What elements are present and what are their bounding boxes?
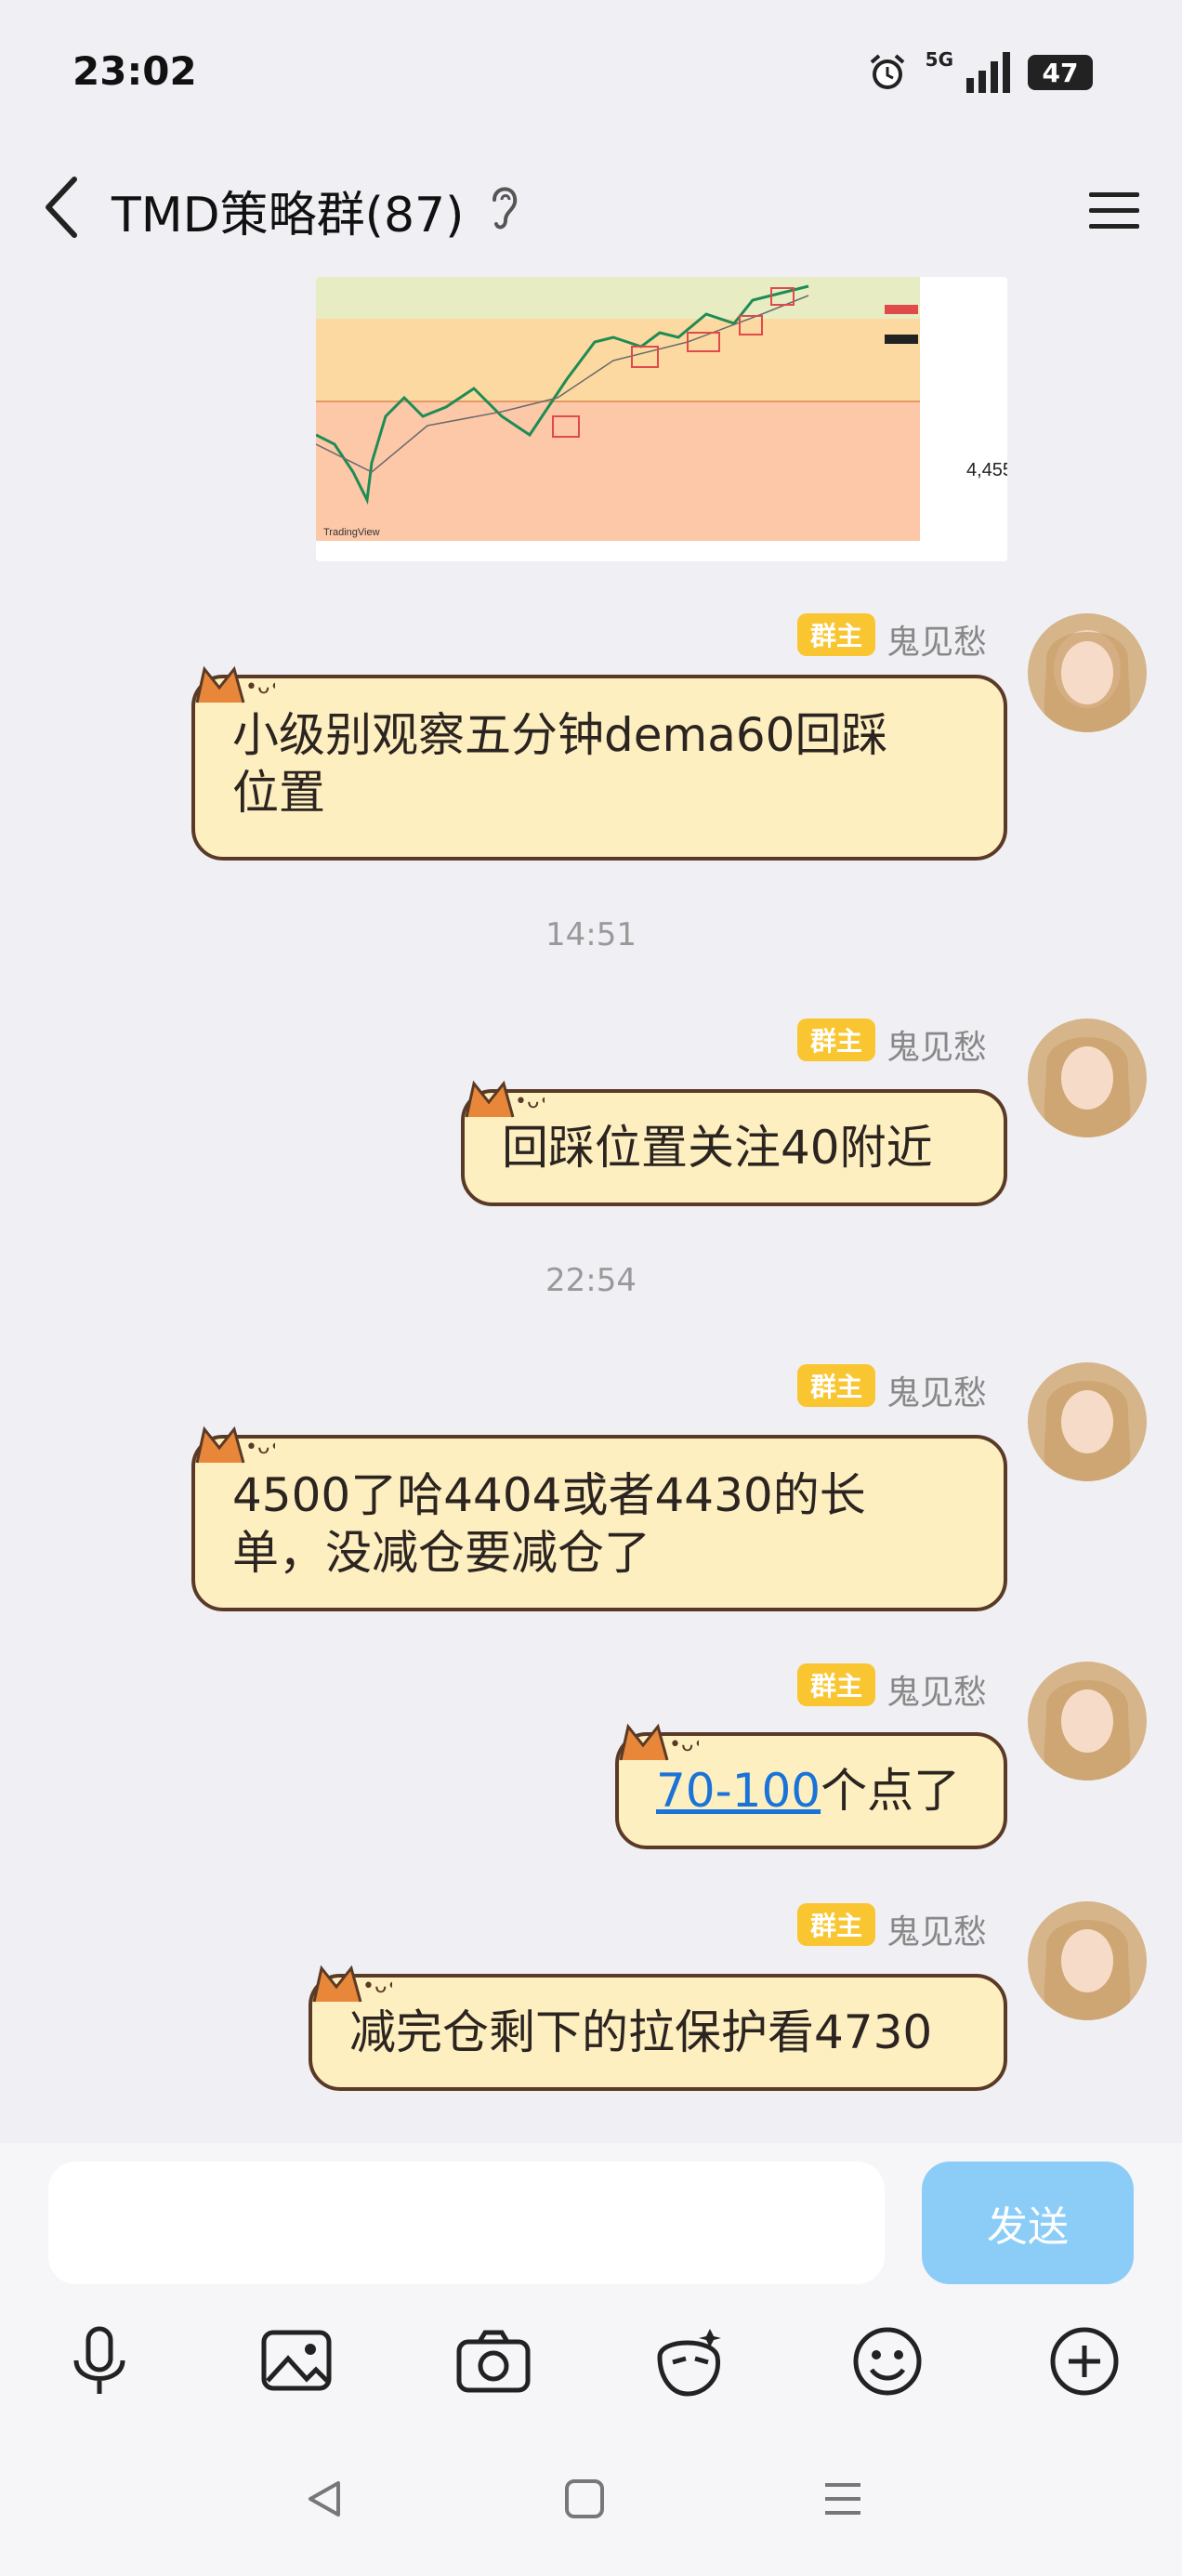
timestamp: 14:51 xyxy=(545,916,637,953)
sender-name[interactable]: 鬼见愁 xyxy=(886,615,987,664)
svg-text:•ᴗ•: •ᴗ• xyxy=(362,1975,392,1998)
sender-name[interactable]: 鬼见愁 xyxy=(886,1905,987,1953)
battery-icon: 47 xyxy=(1028,55,1093,90)
cat-ear-icon: •ᴗ• xyxy=(195,1426,275,1464)
nav-back-icon[interactable] xyxy=(303,2477,346,2520)
message-input[interactable] xyxy=(48,2162,885,2284)
signal-icon xyxy=(966,52,1010,93)
status-icons: 5G 47 xyxy=(866,48,1093,94)
message-line: 位置 xyxy=(232,766,325,820)
ear-icon[interactable] xyxy=(485,179,522,235)
chart-thumb-price: 4,455. xyxy=(966,460,1007,480)
nav-home-icon[interactable] xyxy=(563,2477,606,2520)
svg-text:•ᴗ•: •ᴗ• xyxy=(515,1090,545,1113)
network-label: 5G xyxy=(925,48,953,71)
message-line: 回踩位置关注40附近 xyxy=(502,1121,933,1175)
menu-icon[interactable] xyxy=(1084,179,1145,241)
timestamp: 22:54 xyxy=(545,1262,637,1299)
sticker-icon[interactable] xyxy=(649,2320,732,2403)
status-bar: 23:02 5G 47 xyxy=(0,0,1182,153)
owner-badge: 群主 xyxy=(797,1663,875,1706)
cat-ear-icon: •ᴗ• xyxy=(465,1080,545,1118)
status-time: 23:02 xyxy=(72,48,197,94)
emoji-icon[interactable] xyxy=(846,2320,929,2403)
cat-ear-icon: •ᴗ• xyxy=(312,1965,392,2003)
svg-text:•ᴗ•: •ᴗ• xyxy=(669,1733,699,1756)
plus-icon[interactable] xyxy=(1043,2320,1126,2403)
avatar[interactable] xyxy=(1028,1019,1147,1137)
chat-header: TMD策略群(87) xyxy=(0,153,1182,260)
back-icon[interactable] xyxy=(35,170,91,244)
chat-title[interactable]: TMD策略群(87) xyxy=(112,176,464,245)
message-bubble[interactable]: 小级别观察五分钟dema60回踩 位置 xyxy=(191,675,1007,861)
avatar[interactable] xyxy=(1028,613,1147,732)
message-text: 个点了 xyxy=(821,1764,961,1818)
nav-recents-icon[interactable] xyxy=(821,2477,864,2520)
svg-text:TradingView: TradingView xyxy=(323,527,380,538)
owner-badge: 群主 xyxy=(797,1903,875,1946)
message-line: 单，没减仓要减仓了 xyxy=(232,1526,650,1580)
svg-text:•ᴗ•: •ᴗ• xyxy=(245,1436,275,1459)
message-bubble[interactable]: 减完仓剩下的拉保护看4730 xyxy=(309,1974,1007,2091)
image-icon[interactable] xyxy=(255,2320,338,2403)
input-area: 发送 xyxy=(0,2143,1182,2576)
avatar[interactable] xyxy=(1028,1362,1147,1481)
message-link[interactable]: 70-100 xyxy=(656,1764,821,1818)
message-line: 小级别观察五分钟dema60回踩 xyxy=(232,708,888,762)
message-bubble[interactable]: 4500了哈4404或者4430的长 单，没减仓要减仓了 xyxy=(191,1435,1007,1611)
chart-thumbnail: 4,455. TradingView xyxy=(316,277,1007,561)
message-line: 减完仓剩下的拉保护看4730 xyxy=(349,2005,933,2059)
owner-badge: 群主 xyxy=(797,1364,875,1407)
sender-name[interactable]: 鬼见愁 xyxy=(886,1665,987,1714)
avatar[interactable] xyxy=(1028,1662,1147,1781)
cat-ear-icon: •ᴗ• xyxy=(195,665,275,703)
avatar[interactable] xyxy=(1028,1901,1147,2020)
chart-image-message[interactable]: 4,455. TradingView xyxy=(316,277,1007,561)
cat-ear-icon: •ᴗ• xyxy=(619,1723,699,1761)
svg-text:•ᴗ•: •ᴗ• xyxy=(245,676,275,699)
alarm-icon xyxy=(870,54,904,89)
sender-name[interactable]: 鬼见愁 xyxy=(886,1020,987,1069)
send-button[interactable]: 发送 xyxy=(922,2162,1134,2284)
message-line: 4500了哈4404或者4430的长 xyxy=(232,1468,866,1522)
microphone-icon[interactable] xyxy=(58,2320,141,2403)
owner-badge: 群主 xyxy=(797,1019,875,1061)
sender-name[interactable]: 鬼见愁 xyxy=(886,1366,987,1414)
owner-badge: 群主 xyxy=(797,613,875,656)
camera-icon[interactable] xyxy=(452,2320,535,2403)
